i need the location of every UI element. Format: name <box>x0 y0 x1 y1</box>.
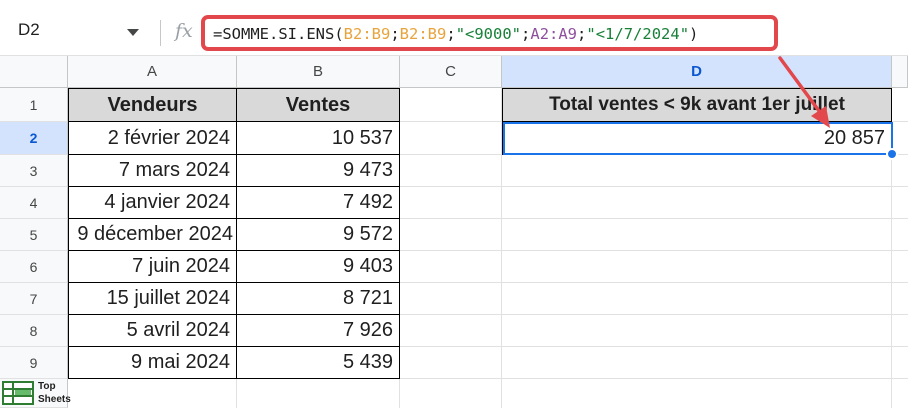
logo-text-line2: Sheets <box>38 394 71 405</box>
annotation-arrow <box>778 56 830 128</box>
logo-text: Top Sheets <box>38 380 71 406</box>
logo-text-line1: Top <box>38 381 56 392</box>
